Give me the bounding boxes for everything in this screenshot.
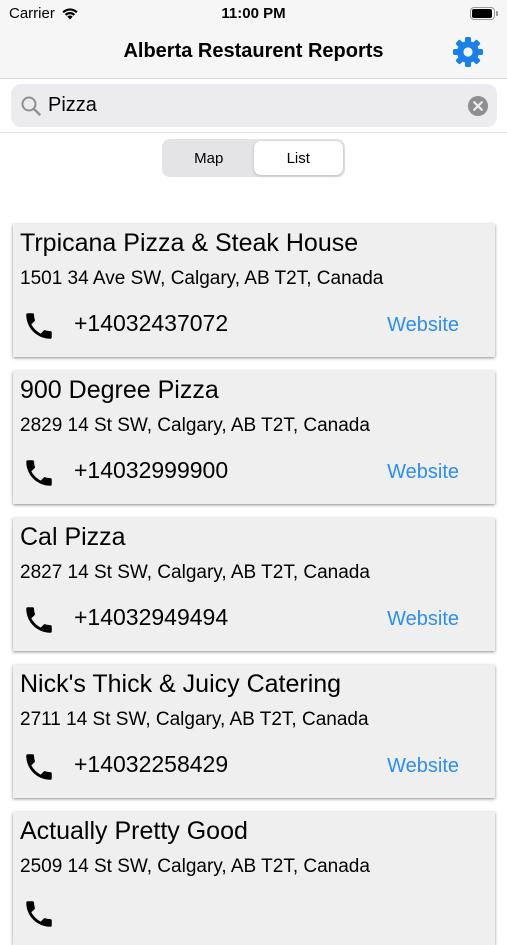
restaurant-name: Nick's Thick & Juicy Catering bbox=[20, 670, 342, 698]
clear-search-icon[interactable] bbox=[467, 95, 489, 117]
phone-icon[interactable] bbox=[22, 750, 56, 784]
restaurant-phone[interactable]: +14032258429 bbox=[74, 751, 228, 778]
website-link[interactable]: Website bbox=[387, 461, 459, 484]
page-title: Alberta Restaurent Reports bbox=[123, 40, 384, 62]
restaurant-card[interactable]: Cal Pizza 2827 14 St SW, Calgary, AB T2T… bbox=[13, 518, 495, 651]
battery-icon bbox=[470, 7, 498, 20]
restaurant-name: Actually Pretty Good bbox=[20, 817, 248, 845]
restaurant-name: Cal Pizza bbox=[20, 523, 126, 551]
phone-icon[interactable] bbox=[22, 309, 56, 343]
search-bar[interactable] bbox=[11, 84, 497, 127]
phone-icon[interactable] bbox=[22, 456, 56, 490]
restaurant-address: 1501 34 Ave SW, Calgary, AB T2T, Canada bbox=[20, 268, 384, 289]
restaurant-address: 2829 14 St SW, Calgary, AB T2T, Canada bbox=[20, 415, 370, 436]
search-icon bbox=[21, 96, 41, 116]
status-time: 11:00 PM bbox=[221, 5, 286, 22]
phone-icon[interactable] bbox=[22, 603, 56, 637]
segment-list[interactable]: List bbox=[253, 141, 343, 175]
search-input[interactable] bbox=[48, 84, 448, 127]
website-link[interactable]: Website bbox=[387, 608, 459, 631]
restaurant-address: 2509 14 St SW, Calgary, AB T2T, Canada bbox=[20, 856, 370, 877]
phone-icon[interactable] bbox=[22, 897, 56, 931]
segment-map[interactable]: Map bbox=[164, 141, 254, 175]
navigation-bar: Alberta Restaurent Reports bbox=[0, 28, 507, 79]
view-mode-segmented-control: Map List bbox=[162, 139, 345, 177]
search-area bbox=[0, 79, 507, 133]
restaurant-card[interactable]: Actually Pretty Good 2509 14 St SW, Calg… bbox=[13, 812, 495, 945]
restaurant-card[interactable]: Trpicana Pizza & Steak House 1501 34 Ave… bbox=[13, 224, 495, 357]
restaurant-phone[interactable]: +14032437072 bbox=[74, 310, 228, 337]
status-bar: Carrier 11:00 PM bbox=[0, 0, 507, 28]
gear-icon[interactable] bbox=[452, 36, 484, 68]
restaurant-name: Trpicana Pizza & Steak House bbox=[20, 229, 359, 257]
restaurant-phone[interactable]: +14032999900 bbox=[74, 457, 228, 484]
restaurant-name: 900 Degree Pizza bbox=[20, 376, 219, 404]
website-link[interactable]: Website bbox=[387, 314, 459, 337]
restaurant-address: 2711 14 St SW, Calgary, AB T2T, Canada bbox=[20, 709, 369, 730]
restaurant-phone[interactable]: +14032949494 bbox=[74, 604, 228, 631]
restaurant-address: 2827 14 St SW, Calgary, AB T2T, Canada bbox=[20, 562, 370, 583]
restaurant-card[interactable]: Nick's Thick & Juicy Catering 2711 14 St… bbox=[13, 665, 495, 798]
restaurant-card[interactable]: 900 Degree Pizza 2829 14 St SW, Calgary,… bbox=[13, 371, 495, 504]
website-link[interactable]: Website bbox=[387, 755, 459, 778]
